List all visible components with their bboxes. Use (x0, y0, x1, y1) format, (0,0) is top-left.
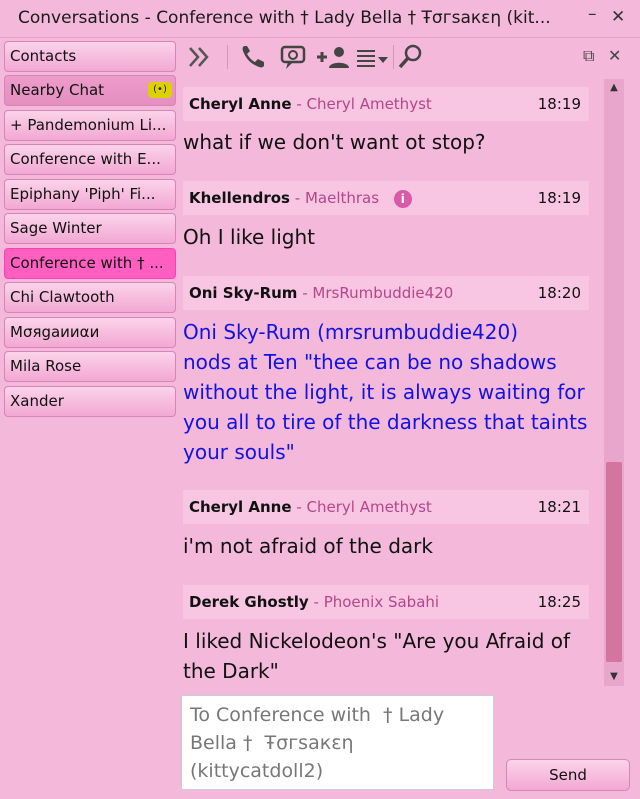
tab-label: Conference with E... (10, 150, 161, 168)
tab-label: + Pandemonium Li... (10, 116, 167, 134)
tab-label: Sage Winter (10, 219, 102, 237)
message-header: Cheryl Anne - Cheryl Amethyst 18:19 (183, 87, 589, 121)
tab-conference-e[interactable]: Conference with E... (4, 144, 176, 175)
tab-label: Nearby Chat (10, 81, 105, 99)
message-header: Cheryl Anne - Cheryl Amethyst 18:21 (183, 490, 589, 524)
message-text: I liked Nickelodeon's "Are you Afraid of… (183, 629, 571, 683)
tab-label: Xander (10, 392, 64, 410)
tab-epiphany[interactable]: Epiphany 'Piph' Fi... (4, 179, 176, 210)
display-name[interactable]: Cheryl Amethyst (307, 498, 432, 516)
tear-off-icon[interactable]: ⧉ (583, 46, 594, 74)
display-name[interactable]: MrsRumbuddie420 (312, 284, 453, 302)
search-icon[interactable] (397, 43, 425, 71)
message-time: 18:20 (537, 284, 581, 302)
tab-sage-winter[interactable]: Sage Winter (4, 213, 176, 244)
message-text: Oh I like light (183, 225, 316, 249)
message-time: 18:21 (537, 498, 581, 516)
display-name[interactable]: Cheryl Amethyst (307, 95, 432, 113)
toolbar-divider (227, 45, 228, 69)
minimize-button[interactable]: – (588, 4, 597, 24)
close-conversation-icon[interactable]: ✕ (608, 46, 621, 74)
tab-label: Chi Clawtooth (10, 288, 115, 306)
display-name[interactable]: Phoenix Sabahi (324, 593, 439, 611)
close-window-button[interactable]: ✕ (611, 7, 625, 27)
tab-chi-clawtooth[interactable]: Chi Clawtooth (4, 282, 176, 313)
tab-contacts[interactable]: Contacts (4, 41, 176, 72)
tab-mila-rose[interactable]: Mila Rose (4, 351, 176, 382)
voice-active-icon: (•) (148, 82, 172, 98)
scroll-up-icon[interactable]: ▲ (604, 79, 624, 97)
chat-history: Cheryl Anne - Cheryl Amethyst 18:19 what… (181, 79, 602, 687)
message-time: 18:19 (537, 189, 581, 207)
emote-message-text: Oni Sky-Rum (mrsrumbuddie420) nods at Te… (183, 320, 588, 464)
message-input[interactable] (181, 695, 494, 790)
tab-morgaiian[interactable]: Mσяgaииαи (4, 317, 176, 348)
message-time: 18:25 (537, 593, 581, 611)
message-header: Oni Sky-Rum - MrsRumbuddie420 18:20 (183, 276, 589, 310)
tab-conference-active[interactable]: Conference with † ... (4, 248, 176, 279)
chat-toolbar: ⧉ ✕ (181, 40, 629, 74)
display-name[interactable]: Maelthras (305, 189, 379, 207)
call-icon[interactable] (239, 43, 269, 71)
scroll-down-icon[interactable]: ▼ (604, 668, 624, 686)
tab-nearby-chat[interactable]: Nearby Chat (•) (4, 75, 176, 106)
conversation-list: Contacts Nearby Chat (•) + Pandemonium L… (0, 40, 178, 799)
window-title: Conversations - Conference with † Lady B… (18, 8, 551, 28)
chat-history-icon[interactable] (279, 43, 309, 71)
sender-name[interactable]: Cheryl Anne (189, 498, 292, 516)
send-button[interactable]: Send (506, 759, 630, 791)
tab-label: Contacts (10, 47, 77, 65)
message-time: 18:19 (537, 95, 581, 113)
sender-name[interactable]: Oni Sky-Rum (189, 284, 297, 302)
tab-label: Epiphany 'Piph' Fi... (10, 185, 156, 203)
sender-name[interactable]: Khellendros (189, 189, 290, 207)
sender-name[interactable]: Cheryl Anne (189, 95, 292, 113)
tab-label: Conference with † ... (10, 254, 164, 272)
toolbar-divider (393, 45, 394, 69)
chat-scrollbar[interactable]: ▲ ▼ (604, 79, 624, 686)
tab-label: Mila Rose (10, 357, 82, 375)
message-header: Khellendros - Maelthras i 18:19 (183, 181, 589, 215)
sender-name[interactable]: Derek Ghostly (189, 593, 309, 611)
tab-pandemonium[interactable]: + Pandemonium Li... (4, 110, 176, 141)
collapse-icon[interactable] (187, 43, 213, 71)
info-icon[interactable]: i (393, 189, 412, 208)
message-text: what if we don't want ot stop? (183, 130, 486, 154)
message-text: i'm not afraid of the dark (183, 534, 433, 558)
add-participant-icon[interactable] (315, 43, 351, 71)
options-menu-icon[interactable] (355, 43, 389, 71)
tab-label: Mσяgaииαи (10, 323, 100, 341)
tab-xander[interactable]: Xander (4, 386, 176, 417)
message-header: Derek Ghostly - Phoenix Sabahi 18:25 (183, 585, 589, 619)
window-titlebar: Conversations - Conference with † Lady B… (0, 0, 640, 38)
scroll-thumb[interactable] (606, 462, 622, 662)
